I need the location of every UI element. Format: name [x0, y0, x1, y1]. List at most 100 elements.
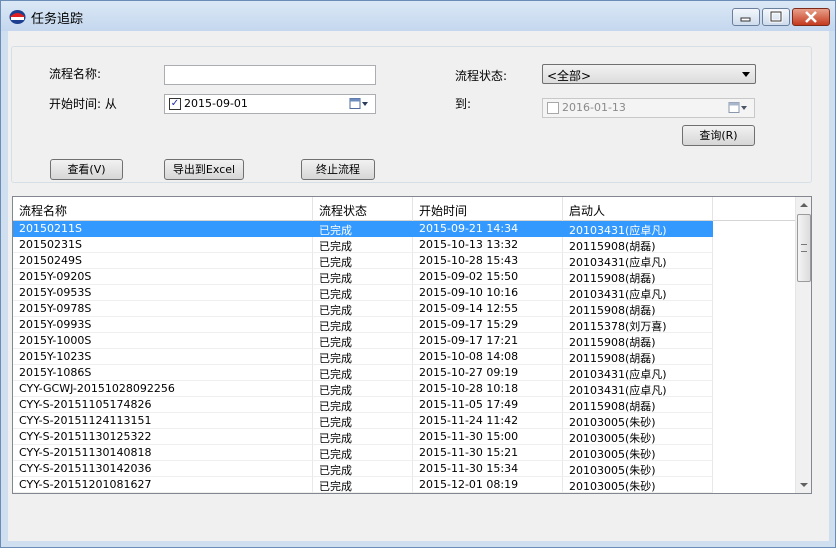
- cell-process-status: 已完成: [313, 365, 413, 381]
- cell-start-time: 2015-10-27 09:19: [413, 365, 563, 381]
- cell-start-time: 2015-12-01 08:19: [413, 477, 563, 493]
- table-row[interactable]: 2015Y-1000S 已完成 2015-09-17 17:21 20115908(胡…: [13, 333, 795, 349]
- table-row[interactable]: CYY-S-20151105174826 已完成 2015-11-05 17:49 2…: [13, 397, 795, 413]
- start-time-label: 开始时间: 从: [49, 97, 117, 111]
- scroll-up-icon[interactable]: [796, 197, 811, 213]
- cell-process-name: 20150249S: [13, 253, 313, 269]
- cell-start-time: 2015-11-30 15:21: [413, 445, 563, 461]
- cell-initiator: 20103431(应卓凡): [563, 253, 713, 269]
- cell-start-time: 2015-09-10 10:16: [413, 285, 563, 301]
- cell-process-status: 已完成: [313, 461, 413, 477]
- view-button[interactable]: 查看(V): [50, 159, 123, 180]
- cell-process-status: 已完成: [313, 413, 413, 429]
- cell-process-status: 已完成: [313, 237, 413, 253]
- cell-process-name: CYY-S-20151124113151: [13, 413, 313, 429]
- cell-start-time: 2015-10-13 13:32: [413, 237, 563, 253]
- vertical-scrollbar[interactable]: [795, 197, 811, 493]
- start-date-checkbox[interactable]: ✓: [169, 98, 181, 110]
- table-row[interactable]: 2015Y-0953S 已完成 2015-09-10 10:16 20103431(应…: [13, 285, 795, 301]
- cell-start-time: 2015-09-21 14:34: [413, 221, 563, 237]
- column-header-start-time[interactable]: 开始时间: [413, 197, 563, 221]
- table-header: 流程名称 流程状态 开始时间 启动人: [13, 197, 795, 221]
- end-date-value: 2016-01-13: [562, 101, 626, 114]
- calendar-icon[interactable]: [728, 102, 748, 114]
- task-table: 流程名称 流程状态 开始时间 启动人 20150211S 已完成 2015-09-2…: [12, 196, 812, 494]
- process-name-label: 流程名称:: [49, 67, 102, 81]
- cell-process-status: 已完成: [313, 301, 413, 317]
- cell-initiator: 20103431(应卓凡): [563, 365, 713, 381]
- scroll-thumb[interactable]: [797, 214, 811, 282]
- app-logo-icon: [9, 10, 26, 24]
- scroll-down-icon[interactable]: [796, 477, 811, 493]
- minimize-button[interactable]: [732, 8, 760, 26]
- chevron-down-icon: [742, 72, 750, 77]
- close-button[interactable]: [792, 8, 830, 26]
- cell-start-time: 2015-11-05 17:49: [413, 397, 563, 413]
- cell-initiator: 20103431(应卓凡): [563, 381, 713, 397]
- cell-process-status: 已完成: [313, 477, 413, 493]
- table-row[interactable]: CYY-S-20151130125322 已完成 2015-11-30 15:00 2…: [13, 429, 795, 445]
- minimize-icon: [740, 17, 751, 22]
- calendar-icon[interactable]: [349, 98, 369, 110]
- cell-initiator: 20115908(胡磊): [563, 349, 713, 365]
- cell-process-name: 2015Y-1086S: [13, 365, 313, 381]
- title-bar[interactable]: 任务追踪: [1, 1, 835, 31]
- cell-initiator: 20115908(胡磊): [563, 237, 713, 253]
- close-icon: [805, 11, 817, 23]
- cell-process-name: CYY-S-20151130125322: [13, 429, 313, 445]
- cell-process-name: 2015Y-0920S: [13, 269, 313, 285]
- to-label: 到:: [455, 97, 472, 111]
- table-row[interactable]: 2015Y-0920S 已完成 2015-09-02 15:50 20115908(胡…: [13, 269, 795, 285]
- cell-process-status: 已完成: [313, 429, 413, 445]
- table-row[interactable]: 2015Y-1086S 已完成 2015-10-27 09:19 20103431(应…: [13, 365, 795, 381]
- cell-initiator: 20115908(胡磊): [563, 397, 713, 413]
- terminate-process-button[interactable]: 终止流程: [301, 159, 375, 180]
- cell-process-name: CYY-GCWJ-20151028092256: [13, 381, 313, 397]
- process-status-label: 流程状态:: [455, 69, 508, 83]
- process-status-value: <全部>: [547, 69, 592, 83]
- cell-process-name: CYY-S-20151201081627: [13, 477, 313, 493]
- query-button[interactable]: 查询(R): [682, 125, 755, 146]
- start-date-picker[interactable]: ✓ 2015-09-01: [164, 94, 376, 114]
- cell-process-name: CYY-S-20151130142036: [13, 461, 313, 477]
- cell-initiator: 20103005(朱砂): [563, 477, 713, 493]
- maximize-button[interactable]: [762, 8, 790, 26]
- column-header-process-name[interactable]: 流程名称: [13, 197, 313, 221]
- cell-process-status: 已完成: [313, 445, 413, 461]
- start-date-value: 2015-09-01: [184, 97, 248, 110]
- cell-process-status: 已完成: [313, 285, 413, 301]
- main-window: 任务追踪 流程名称: 流程状态: <全部> 开始时间: 从 ✓ 2015-09-…: [0, 0, 836, 548]
- table-row[interactable]: CYY-S-20151130142036 已完成 2015-11-30 15:34 2…: [13, 461, 795, 477]
- table-row[interactable]: 20150249S 已完成 2015-10-28 15:43 20103431(应卓凡…: [13, 253, 795, 269]
- column-header-initiator[interactable]: 启动人: [563, 197, 713, 221]
- end-date-checkbox[interactable]: [547, 102, 559, 114]
- window-title: 任务追踪: [31, 12, 84, 27]
- table-row[interactable]: 20150231S 已完成 2015-10-13 13:32 20115908(胡磊): [13, 237, 795, 253]
- cell-initiator: 20103005(朱砂): [563, 461, 713, 477]
- cell-process-name: 2015Y-0978S: [13, 301, 313, 317]
- table-row[interactable]: 2015Y-1023S 已完成 2015-10-08 14:08 20115908(胡…: [13, 349, 795, 365]
- table-row[interactable]: 20150211S 已完成 2015-09-21 14:34 20103431(应卓凡…: [13, 221, 795, 237]
- end-date-picker[interactable]: 2016-01-13: [542, 98, 755, 118]
- export-excel-button[interactable]: 导出到Excel: [164, 159, 244, 180]
- process-name-input[interactable]: [164, 65, 376, 85]
- table-row[interactable]: CYY-S-20151124113151 已完成 2015-11-24 11:42 2…: [13, 413, 795, 429]
- table-row[interactable]: 2015Y-0978S 已完成 2015-09-14 12:55 20115908(胡…: [13, 301, 795, 317]
- cell-process-status: 已完成: [313, 317, 413, 333]
- table-row[interactable]: 2015Y-0993S 已完成 2015-09-17 15:29 20115378(刘…: [13, 317, 795, 333]
- cell-process-name: 2015Y-1000S: [13, 333, 313, 349]
- table-row[interactable]: CYY-S-20151201081627 已完成 2015-12-01 08:19 2…: [13, 477, 795, 493]
- cell-process-status: 已完成: [313, 349, 413, 365]
- table-row[interactable]: CYY-GCWJ-20151028092256 已完成 2015-10-28 10:…: [13, 381, 795, 397]
- process-status-select[interactable]: <全部>: [542, 64, 756, 84]
- cell-process-name: CYY-S-20151130140818: [13, 445, 313, 461]
- column-header-process-status[interactable]: 流程状态: [313, 197, 413, 221]
- cell-start-time: 2015-11-24 11:42: [413, 413, 563, 429]
- cell-start-time: 2015-11-30 15:00: [413, 429, 563, 445]
- cell-process-status: 已完成: [313, 397, 413, 413]
- cell-initiator: 20103005(朱砂): [563, 413, 713, 429]
- cell-initiator: 20103005(朱砂): [563, 429, 713, 445]
- cell-start-time: 2015-11-30 15:34: [413, 461, 563, 477]
- cell-initiator: 20103431(应卓凡): [563, 285, 713, 301]
- table-row[interactable]: CYY-S-20151130140818 已完成 2015-11-30 15:21 2…: [13, 445, 795, 461]
